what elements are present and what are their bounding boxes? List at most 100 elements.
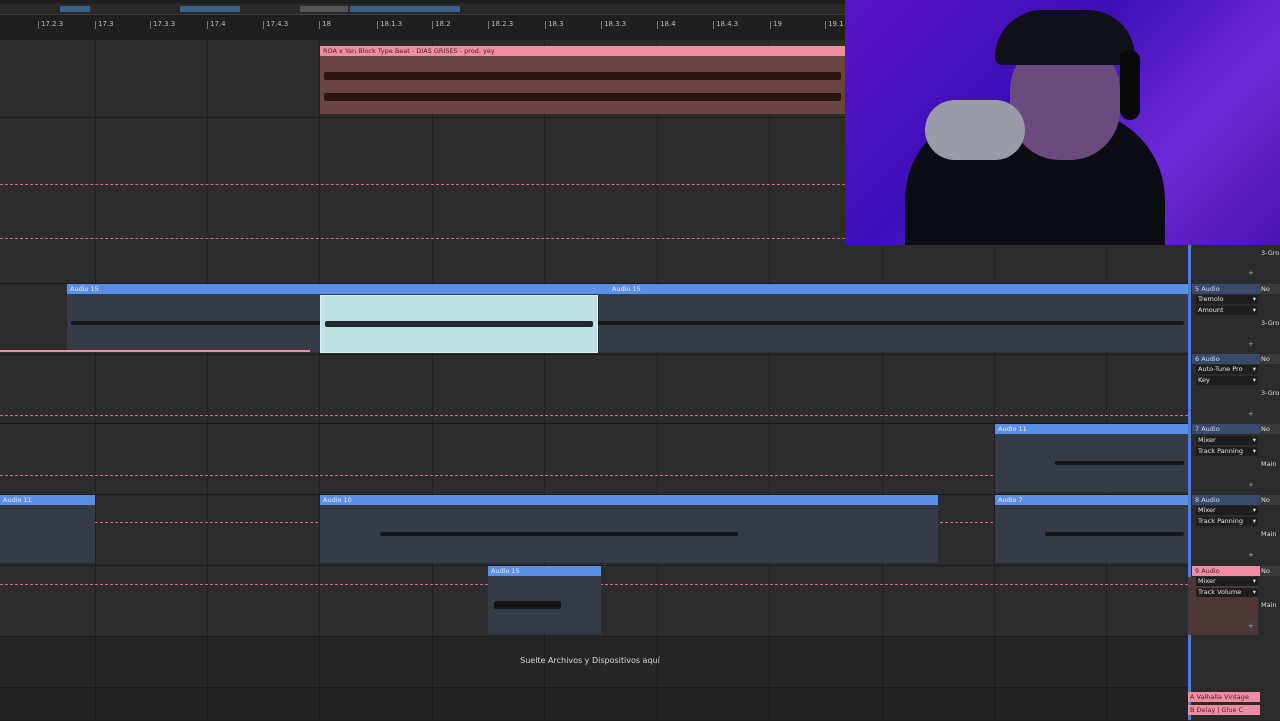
chevron-down-icon: ▾ [1252,365,1256,373]
clip-title: Audio 15 [488,566,601,576]
waveform [380,532,738,536]
ruler-tick: 18.2.3 [487,20,514,29]
audio-clip[interactable]: Audio 11 [0,495,95,563]
track-output[interactable]: Main [1260,600,1280,610]
device-chooser[interactable]: Mixer ▾ [1196,436,1258,445]
track-output[interactable]: 3-Gro [1260,388,1280,398]
clip-title: ROA x Yan Block Type Beat - DIAS GRISES … [320,46,845,56]
waveform [1045,532,1184,536]
audio-clip[interactable]: Audio 7 [995,495,1188,563]
clip-title: Audio 15 [612,285,641,293]
microphone-icon [925,100,1025,160]
ruler-tick: 18.4.3 [712,20,739,29]
automation-line[interactable] [0,184,845,185]
parameter-chooser[interactable]: Key ▾ [1196,376,1258,385]
chevron-down-icon: ▾ [1252,588,1256,596]
track-title[interactable]: 8 Audio [1192,495,1261,505]
automation-line[interactable] [0,415,1188,416]
chevron-down-icon: ▾ [1252,517,1256,525]
drop-zone-text: Suelte Archivos y Dispositivos aquí [520,656,660,665]
add-lane-icon[interactable]: + [1248,551,1254,559]
track-input[interactable]: No Ing [1260,354,1280,364]
audio-clip[interactable]: Audio 15 [488,566,601,634]
track-input[interactable]: No Ing [1260,284,1280,294]
arrangement-overview[interactable] [0,4,845,15]
chevron-down-icon: ▾ [1252,376,1256,384]
chevron-down-icon: ▾ [1252,577,1256,585]
fade-line[interactable] [0,350,310,352]
parameter-chooser[interactable]: Track Panning ▾ [1196,517,1258,526]
clip-title: Audio 11 [0,495,95,505]
audio-clip[interactable]: Audio 15 Audio 15 [67,284,1188,352]
grid-line [207,40,208,720]
waveform [324,72,841,81]
waveform [71,321,1184,325]
add-lane-icon[interactable]: + [1248,340,1254,348]
add-lane-icon[interactable]: + [1248,269,1254,277]
return-track-a[interactable]: A Valhalla Vintage [1188,692,1260,702]
clip-title: Audio 15 [70,285,99,293]
chevron-down-icon: ▾ [1252,447,1256,455]
device-chooser[interactable]: Auto-Tune Pro ▾ [1196,365,1258,374]
timeline-ruler[interactable]: 17.2.3 17.3 17.3.3 17.4 17.4.3 18 18.1.3… [0,0,845,40]
device-chooser[interactable]: Mixer ▾ [1196,506,1258,515]
grid-line [319,40,320,720]
ruler-tick: 18.2 [432,20,451,29]
audio-clip[interactable]: Audio 10 [320,495,938,563]
overview-segment [350,6,460,12]
ruler-tick: 17.3.3 [149,20,176,29]
track-header-panel [1188,245,1280,720]
track-output[interactable]: 3-Gro [1260,248,1280,258]
track-lane[interactable] [0,355,1188,424]
track-input[interactable]: No Ing [1260,424,1280,434]
parameter-chooser[interactable]: Track Panning ▾ [1196,447,1258,456]
ruler-tick: 17.4.3 [262,20,289,29]
track-title[interactable]: 9 Audio [1192,566,1261,576]
selected-clip-region[interactable] [320,295,598,353]
clip-title: Audio 7 [995,495,1188,505]
track-title[interactable]: 7 Audio [1192,424,1261,434]
grid-line [769,40,770,720]
track-output[interactable]: Main [1260,529,1280,539]
ruler-tick: 18.3.3 [600,20,627,29]
audio-clip[interactable]: Audio 11 [995,424,1188,492]
device-chooser[interactable]: Tremolo ▾ [1196,295,1258,304]
add-lane-icon[interactable]: + [1248,622,1254,630]
device-chooser[interactable]: Mixer ▾ [1196,577,1258,586]
add-lane-icon[interactable]: + [1248,481,1254,489]
ruler-tick: 17.4 [207,20,226,29]
add-lane-icon[interactable]: + [1248,410,1254,418]
chevron-down-icon: ▾ [1252,506,1256,514]
ruler-tick: 18.1.3 [376,20,403,29]
overview-segment [60,6,90,12]
overview-segment [180,6,240,12]
chevron-down-icon: ▾ [1252,306,1256,314]
parameter-chooser[interactable]: Amount ▾ [1196,306,1258,315]
track-output[interactable]: Main [1260,459,1280,469]
ruler-tick: 17.2.3 [37,20,64,29]
automation-line[interactable] [0,238,845,239]
grid-line [657,40,658,720]
track-input[interactable]: No Ing [1260,495,1280,505]
ruler-tick: 17.3 [95,20,114,29]
track-input[interactable]: No Ing [1260,566,1280,576]
grid-line [95,40,96,720]
return-lane[interactable] [0,688,1188,721]
waveform [325,321,593,327]
waveform [324,92,841,101]
ruler-tick: 18.4 [657,20,676,29]
webcam-overlay [845,0,1280,245]
ruler-tick: 19 [770,20,782,29]
waveform [1055,461,1184,465]
return-track-b[interactable]: B Delay | Glue C [1188,705,1260,715]
parameter-chooser[interactable]: Track Volume ▾ [1196,588,1258,597]
track-title[interactable]: 5 Audio [1192,284,1261,294]
track-output[interactable]: 3-Gro [1260,318,1280,328]
audio-clip[interactable]: ROA x Yan Block Type Beat - DIAS GRISES … [320,46,845,114]
headphones-icon [1120,50,1140,120]
chevron-down-icon: ▾ [1252,295,1256,303]
cap-icon [995,10,1135,65]
ruler-tick: 19.1 [825,20,844,29]
overview-viewport[interactable] [300,6,348,12]
track-title[interactable]: 6 Audio [1192,354,1261,364]
